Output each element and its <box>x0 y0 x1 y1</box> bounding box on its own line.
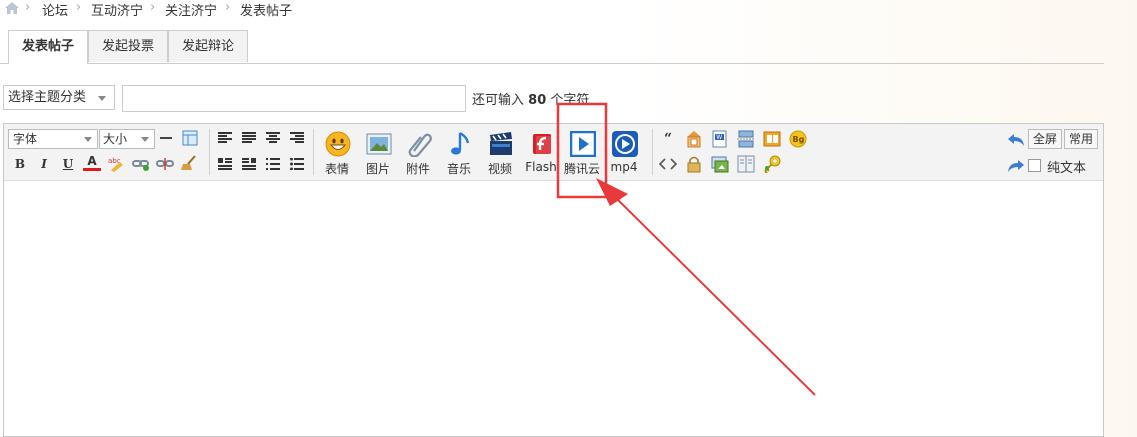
breadcrumb-separator: › <box>25 0 31 15</box>
post-type-tabs: 发表帖子 发起投票 发起辩论 <box>0 30 1104 64</box>
code-icon[interactable] <box>659 155 677 173</box>
align-right-icon[interactable] <box>288 129 306 147</box>
plain-text-checkbox[interactable] <box>1028 159 1041 172</box>
redo-icon[interactable] <box>1007 157 1025 175</box>
breadcrumb-separator: › <box>150 0 156 15</box>
bold-button[interactable]: B <box>11 155 29 173</box>
font-family-value: 字体 <box>13 132 38 146</box>
home-icon[interactable] <box>5 2 19 14</box>
image-gallery-icon[interactable] <box>711 155 729 173</box>
breadcrumb-item[interactable]: 关注济宁 <box>165 0 217 19</box>
underline-button[interactable]: U <box>59 155 77 173</box>
emoticon-button[interactable]: 表情 <box>317 127 357 176</box>
word-paste-icon[interactable]: W <box>711 130 729 148</box>
link-icon[interactable] <box>132 155 150 173</box>
subject-input[interactable] <box>122 85 466 112</box>
topic-category-value: 选择主题分类 <box>8 90 87 105</box>
common-mode-button[interactable]: 常用 <box>1064 129 1098 149</box>
horizontal-rule-icon[interactable] <box>157 129 175 147</box>
columns-icon[interactable] <box>737 155 755 173</box>
mp4-label: mp4 <box>610 160 638 174</box>
breadcrumb-item[interactable]: 论坛 <box>42 0 68 19</box>
film-clapper-icon <box>490 132 512 155</box>
hide-content-lock-icon[interactable] <box>685 155 703 173</box>
float-right-icon[interactable] <box>240 155 258 173</box>
free-tag-icon[interactable] <box>685 130 703 148</box>
quote-icon[interactable]: “ <box>659 130 677 148</box>
password-key-icon[interactable] <box>763 155 781 173</box>
font-size-select[interactable]: 大小 <box>99 129 155 149</box>
plain-text-label: 纯文本 <box>1047 161 1087 176</box>
chevron-down-icon <box>141 137 149 142</box>
breadcrumb-separator: › <box>76 0 82 15</box>
char-counter-value: 80 <box>528 93 547 108</box>
image-icon <box>366 133 392 155</box>
align-left-icon[interactable] <box>216 129 234 147</box>
tab-new-post[interactable]: 发表帖子 <box>8 30 88 64</box>
ordered-list-icon[interactable] <box>264 155 282 173</box>
breadcrumb-item[interactable]: 互动济宁 <box>91 0 143 19</box>
undo-icon[interactable] <box>1007 131 1025 149</box>
svg-text:W: W <box>716 134 722 141</box>
tab-new-debate[interactable]: 发起辩论 <box>168 30 248 62</box>
align-justify-icon[interactable] <box>240 129 258 147</box>
index-icon[interactable] <box>763 130 781 148</box>
table-icon[interactable] <box>181 129 199 147</box>
flash-icon <box>533 134 551 154</box>
video-button[interactable]: 视频 <box>480 127 520 176</box>
attachment-button[interactable]: 附件 <box>398 127 438 176</box>
editor-content-area[interactable] <box>4 181 1103 436</box>
font-family-select[interactable]: 字体 <box>8 129 98 149</box>
char-counter: 还可输入 80 个字符 <box>472 89 589 108</box>
flash-button[interactable]: Flash <box>521 127 561 174</box>
italic-button[interactable]: I <box>35 155 53 173</box>
chevron-down-icon <box>98 96 106 101</box>
music-note-icon <box>451 131 470 155</box>
smiley-icon <box>325 131 351 157</box>
mp4-button[interactable]: mp4 <box>604 127 644 174</box>
breadcrumb-separator: › <box>225 0 231 15</box>
breadcrumb-current: 发表帖子 <box>240 4 293 19</box>
tencent-cloud-button[interactable]: 腾讯云 <box>562 127 602 176</box>
tab-new-poll[interactable]: 发起投票 <box>88 30 168 62</box>
tencent-cloud-play-icon <box>570 131 596 157</box>
svg-text:Bg: Bg <box>793 135 805 144</box>
chevron-down-icon <box>84 137 92 142</box>
char-counter-prefix: 还可输入 <box>472 93 525 108</box>
font-size-value: 大小 <box>103 132 128 146</box>
background-color-icon[interactable]: abc <box>108 155 126 173</box>
fullscreen-button[interactable]: 全屏 <box>1028 129 1062 149</box>
paperclip-icon <box>408 133 432 157</box>
background-icon[interactable]: Bg <box>789 130 807 148</box>
float-left-icon[interactable] <box>216 155 234 173</box>
page-break-icon[interactable] <box>737 130 755 148</box>
font-color-button[interactable]: A <box>83 153 101 171</box>
align-center-icon[interactable] <box>264 129 282 147</box>
editor-toolbar: 字体 大小 B I U A abc 表情 图片 附件 音乐 视频 Flash 腾… <box>4 124 1103 181</box>
music-button[interactable]: 音乐 <box>439 127 479 176</box>
char-counter-suffix: 个字符 <box>550 93 590 108</box>
unordered-list-icon[interactable] <box>288 155 306 173</box>
mp4-play-icon <box>612 131 638 157</box>
unlink-icon[interactable] <box>156 155 174 173</box>
topic-category-select[interactable]: 选择主题分类 <box>3 85 115 110</box>
breadcrumb: › 论坛 › 互动济宁 › 关注济宁 › 发表帖子 <box>0 0 1137 19</box>
toolbar-divider <box>652 129 653 175</box>
toolbar-divider <box>209 129 210 175</box>
rich-text-editor: 字体 大小 B I U A abc 表情 图片 附件 音乐 视频 Flash 腾… <box>3 123 1104 437</box>
clear-format-broom-icon[interactable] <box>180 154 198 172</box>
